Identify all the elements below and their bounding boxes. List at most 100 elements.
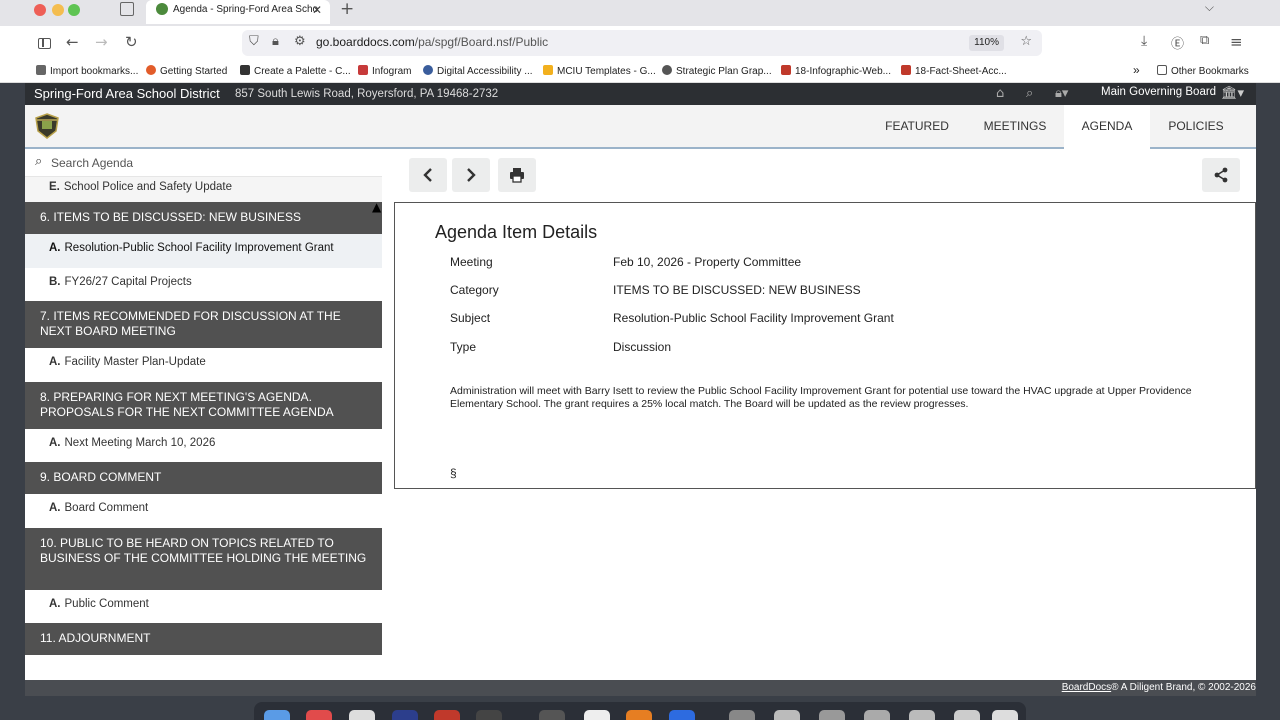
bookmark-star-icon[interactable]: ☆	[1020, 34, 1032, 49]
agenda-section-header[interactable]: 10. PUBLIC TO BE HEARD ON TOPICS RELATED…	[25, 527, 382, 590]
browser-navbar: ← → ↻ ⛉ 🔒︎ ⚙ go.boarddocs.com/pa/spgf/Bo…	[0, 26, 1280, 60]
agenda-section-header[interactable]: 9. BOARD COMMENT	[25, 462, 382, 494]
app-icon[interactable]	[584, 710, 610, 720]
mouse-cursor-icon: ▲	[372, 200, 382, 214]
detail-label-subject: Subject	[450, 311, 491, 325]
search-agenda-input[interactable]	[51, 153, 371, 173]
other-bookmarks-folder[interactable]: Other Bookmarks	[1157, 65, 1249, 77]
calendar-app-icon[interactable]	[306, 710, 332, 720]
app-icon[interactable]	[729, 710, 755, 720]
agenda-item[interactable]: A. Board Comment	[25, 494, 382, 528]
tab-title: Agenda - Spring-Ford Area Scho	[173, 4, 319, 15]
bookmark-item[interactable]: Digital Accessibility ...	[423, 65, 533, 77]
extensions-icon[interactable]: ⧉	[1200, 33, 1209, 48]
boarddocs-favicon-icon	[156, 3, 168, 15]
url-text[interactable]: go.boarddocs.com/pa/spgf/Board.nsf/Publi…	[316, 35, 548, 49]
app-icon[interactable]	[774, 710, 800, 720]
app-icon[interactable]	[954, 710, 980, 720]
macos-dock	[254, 702, 1026, 720]
bookmark-favicon-icon	[358, 65, 368, 75]
app-icon[interactable]	[349, 710, 375, 720]
share-icon	[1214, 167, 1228, 183]
app-icon[interactable]	[909, 710, 935, 720]
menu-icon[interactable]: ≡	[1230, 33, 1243, 51]
agenda-section-header[interactable]: 6. ITEMS TO BE DISCUSSED: NEW BUSINESS	[25, 202, 382, 234]
agenda-item[interactable]: E. School Police and Safety Update	[25, 177, 382, 202]
section-symbol: §	[450, 466, 457, 480]
close-tab-icon[interactable]: ✕	[312, 0, 322, 20]
user-lock-icon[interactable]: 🔒︎▾	[1055, 86, 1068, 101]
tracking-shield-icon[interactable]: ⛉	[249, 34, 259, 49]
nav-tab-meetings[interactable]: MEETINGS	[973, 105, 1057, 149]
bookmark-item[interactable]: 18-Fact-Sheet-Acc...	[901, 65, 1007, 77]
detail-value-subject: Resolution-Public School Facility Improv…	[613, 311, 894, 325]
bookmark-item[interactable]: Create a Palette - C...	[240, 65, 351, 77]
back-icon[interactable]: ←	[66, 33, 79, 51]
finder-app-icon[interactable]	[264, 710, 290, 720]
browser-tabstrip: Agenda - Spring-Ford Area Scho ✕ + ⌵	[0, 0, 1280, 26]
bookmark-item[interactable]: Import bookmarks...	[36, 65, 138, 77]
print-button[interactable]	[498, 158, 536, 192]
close-window-button[interactable]	[34, 4, 46, 16]
bookmark-favicon-icon	[781, 65, 791, 75]
bookmark-item[interactable]: Infogram	[358, 65, 411, 77]
app-icon[interactable]	[669, 710, 695, 720]
agenda-search: ⌕	[25, 149, 382, 177]
board-selector[interactable]: Main Governing Board	[1101, 86, 1216, 98]
nav-tab-agenda[interactable]: AGENDA	[1064, 105, 1150, 149]
agenda-item[interactable]: A. Facility Master Plan-Update	[25, 348, 382, 382]
bookmark-item[interactable]: 18-Infographic-Web...	[781, 65, 891, 77]
tab-list-chevron-icon[interactable]: ⌵	[1205, 0, 1214, 15]
app-icon[interactable]	[476, 710, 502, 720]
agenda-item[interactable]: B. FY26/27 Capital Projects	[25, 267, 382, 301]
sidebar-toggle-icon[interactable]	[38, 38, 51, 49]
permissions-icon[interactable]: ⚙	[294, 34, 306, 49]
app-icon[interactable]	[539, 710, 565, 720]
app-icon[interactable]	[434, 710, 460, 720]
agenda-item-details: Agenda Item Details Meeting Feb 10, 2026…	[394, 202, 1256, 489]
app-icon[interactable]	[392, 710, 418, 720]
search-icon[interactable]: ⌕	[1026, 86, 1033, 101]
nav-tab-policies[interactable]: POLICIES	[1156, 105, 1236, 149]
share-button[interactable]	[1202, 158, 1240, 192]
minimize-window-button[interactable]	[52, 4, 64, 16]
reload-icon[interactable]: ↻	[125, 33, 138, 51]
agenda-section-header[interactable]: 8. PREPARING FOR NEXT MEETING'S AGENDA. …	[25, 381, 382, 429]
detail-label-type: Type	[450, 340, 477, 354]
app-icon[interactable]	[864, 710, 890, 720]
zoom-level-badge[interactable]: 110%	[969, 35, 1004, 51]
district-name[interactable]: Spring-Ford Area School District	[34, 86, 220, 101]
agenda-item-selected[interactable]: A. Resolution-Public School Facility Impr…	[25, 234, 382, 268]
next-item-button[interactable]	[452, 158, 490, 192]
chevron-left-icon	[423, 168, 432, 182]
browser-tab-agenda[interactable]: Agenda - Spring-Ford Area Scho ✕	[146, 0, 330, 24]
bookmark-favicon-icon	[662, 65, 672, 75]
agenda-section-header[interactable]: 11. ADJOURNMENT	[25, 623, 382, 655]
url-bar[interactable]: ⛉ 🔒︎ ⚙ go.boarddocs.com/pa/spgf/Board.ns…	[242, 30, 1042, 56]
tab-groups-icon[interactable]	[120, 2, 134, 16]
bookmark-item[interactable]: Getting Started	[146, 65, 227, 77]
boarddocs-link[interactable]: BoardDocs	[1062, 682, 1111, 693]
institution-icon[interactable]: 🏛︎▾	[1221, 86, 1244, 101]
lock-icon[interactable]: 🔒︎	[272, 34, 279, 49]
home-icon[interactable]: ⌂	[996, 86, 1004, 101]
previous-item-button[interactable]	[409, 158, 447, 192]
agenda-item[interactable]: A. Next Meeting March 10, 2026	[25, 428, 382, 462]
bookmark-favicon-icon	[36, 65, 46, 75]
forward-icon[interactable]: →	[95, 33, 108, 51]
app-icon[interactable]	[819, 710, 845, 720]
agenda-item[interactable]: A. Public Comment	[25, 589, 382, 623]
firefox-app-icon[interactable]	[626, 710, 652, 720]
new-tab-button[interactable]: +	[340, 0, 354, 19]
zoom-window-button[interactable]	[68, 4, 80, 16]
bookmark-item[interactable]: Strategic Plan Grap...	[662, 65, 772, 77]
more-bookmarks-icon[interactable]: »	[1133, 63, 1140, 77]
downloads-icon[interactable]: ⤓	[1141, 33, 1147, 49]
trash-icon[interactable]	[992, 710, 1018, 720]
bookmark-item[interactable]: MCIU Templates - G...	[543, 65, 656, 77]
district-address: 857 South Lewis Road, Royersford, PA 194…	[235, 88, 499, 100]
nav-tab-featured[interactable]: FEATURED	[873, 105, 961, 149]
detail-value-meeting: Feb 10, 2026 - Property Committee	[613, 255, 802, 269]
agenda-section-header[interactable]: 7. ITEMS RECOMMENDED FOR DISCUSSION AT T…	[25, 301, 382, 348]
account-icon[interactable]: Ⓔ	[1171, 33, 1184, 52]
